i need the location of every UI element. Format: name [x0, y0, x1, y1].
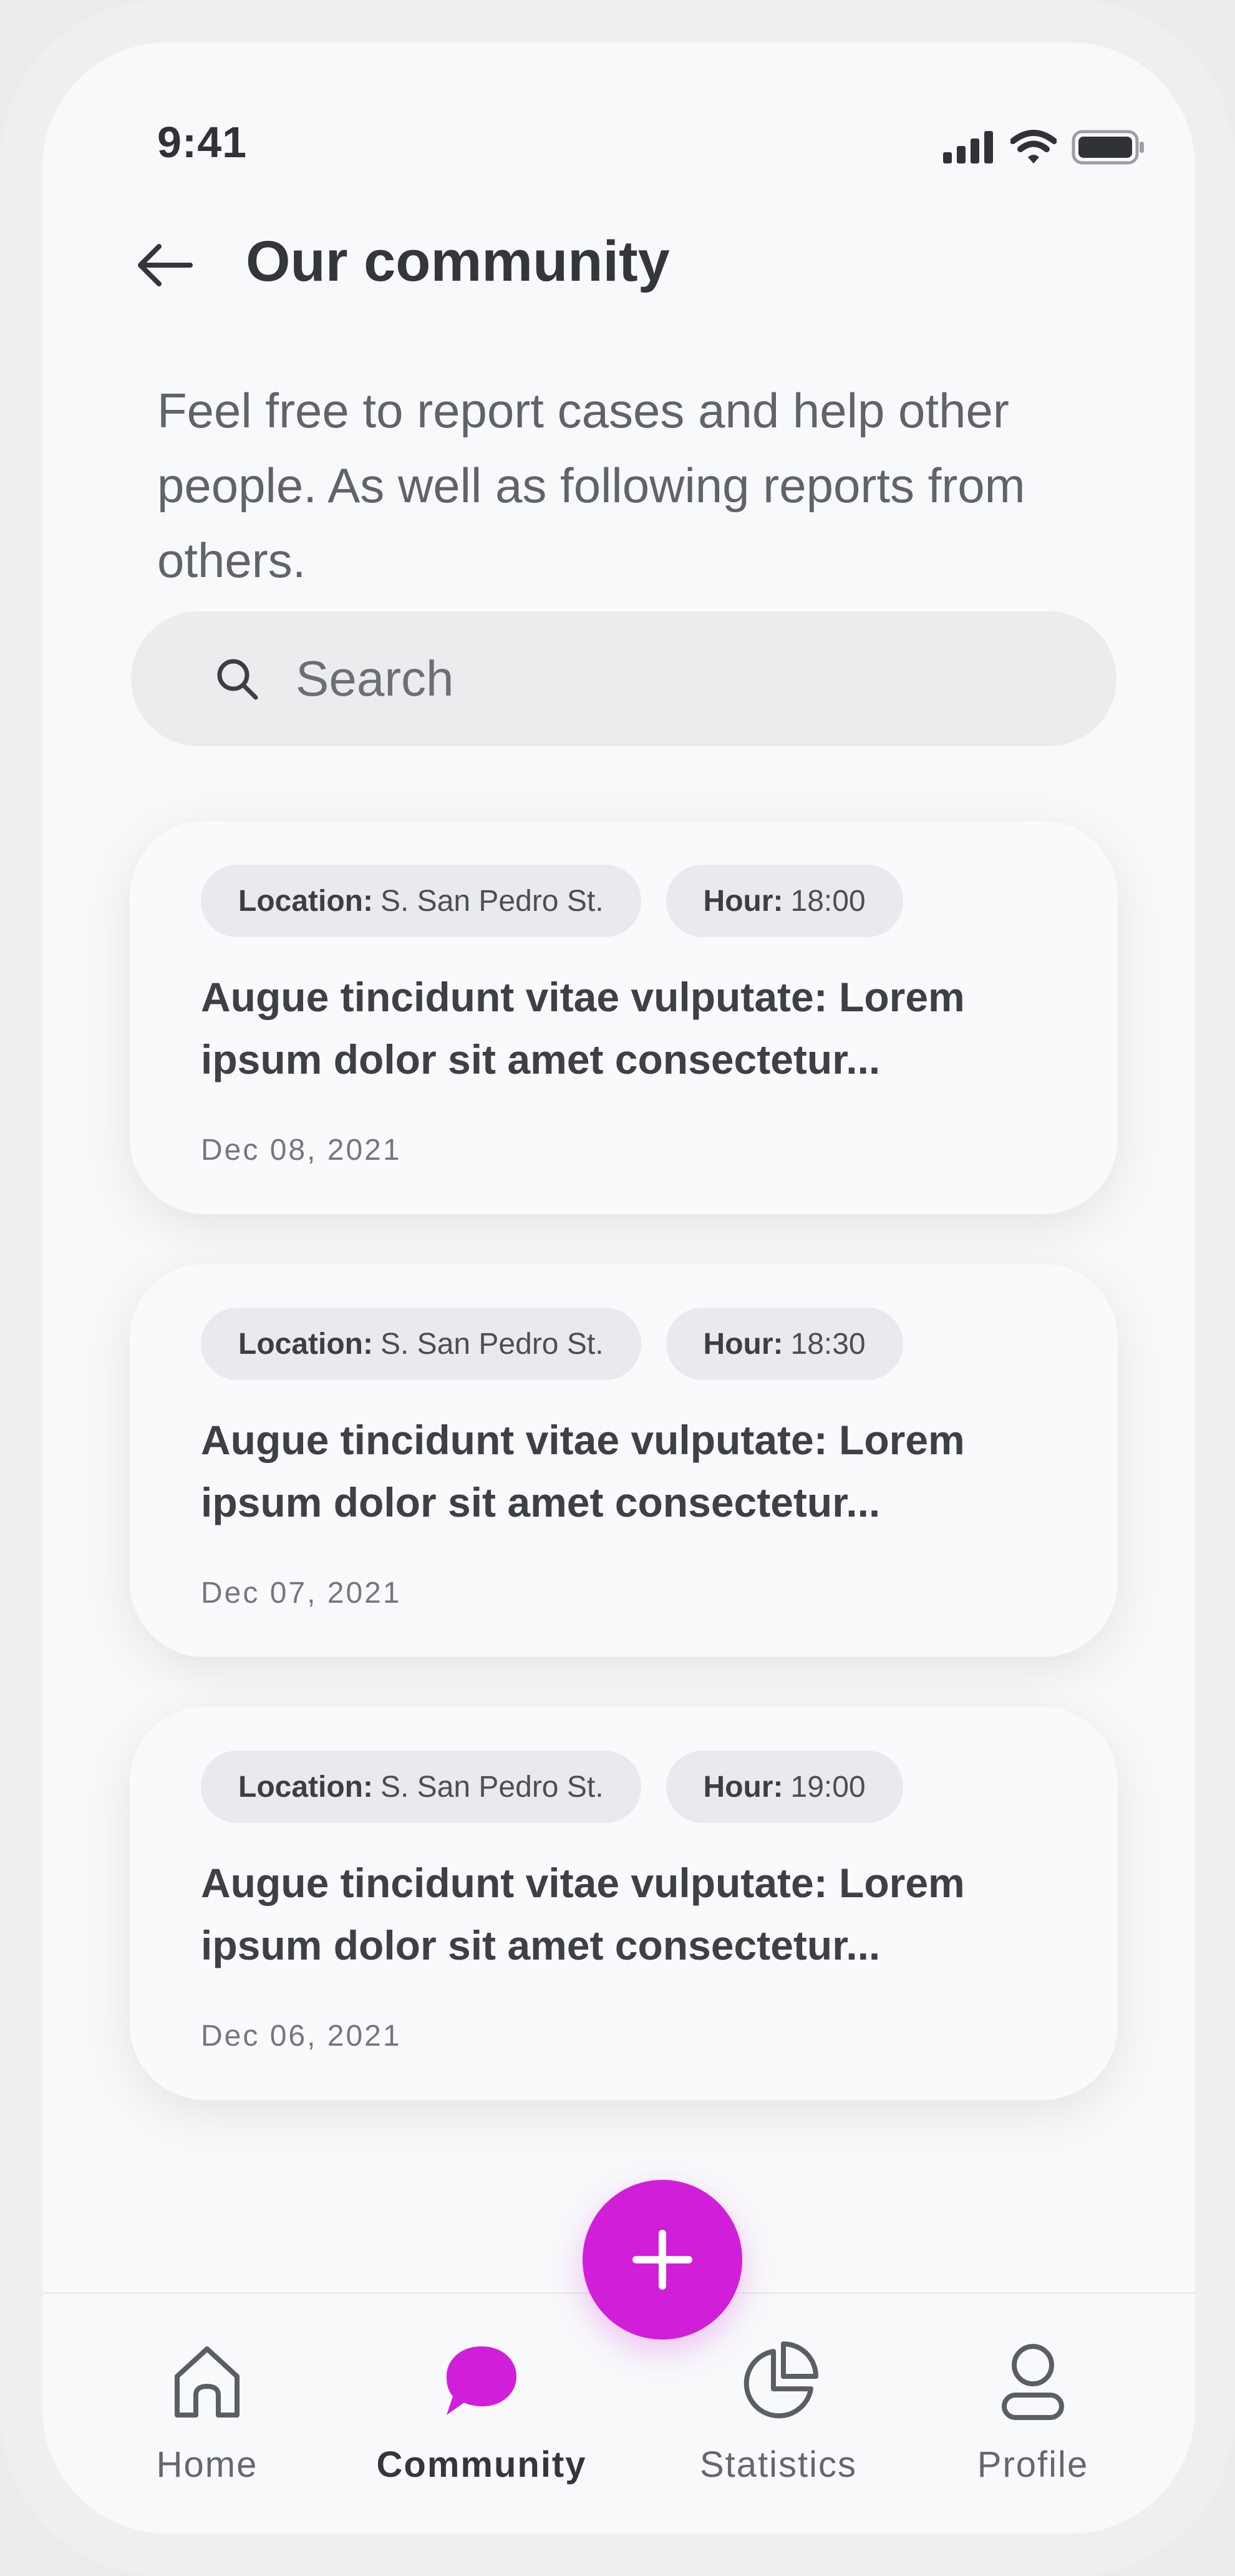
app-screen: 9:41 Our community Feel free to report c… [42, 42, 1195, 2534]
nav-label-community: Community [376, 2444, 587, 2485]
report-card[interactable]: Location: S. San Pedro St. Hour: 18:30 A… [130, 1264, 1118, 1657]
card-title: Augue tincidunt vitae vulputate: Lorem i… [201, 1860, 965, 1968]
search-bar[interactable] [131, 611, 1116, 746]
nav-label-profile: Profile [977, 2444, 1089, 2485]
intro-text: Feel free to report cases and help other… [157, 383, 1025, 588]
hour-chip-label: Hour: [703, 1770, 783, 1804]
card-title: Augue tincidunt vitae vulputate: Lorem i… [201, 1417, 965, 1525]
hour-chip: Hour: 19:00 [666, 1751, 903, 1823]
card-chips: Location: S. San Pedro St. Hour: 18:30 [201, 1308, 903, 1380]
bottom-nav: Home Community Statistics Profile [42, 2292, 1195, 2534]
hour-chip: Hour: 18:00 [666, 865, 903, 937]
location-chip-value: S. San Pedro St. [380, 1770, 604, 1804]
status-time: 9:41 [157, 118, 248, 167]
home-icon [175, 2346, 240, 2418]
hour-chip-value: 19:00 [790, 1770, 866, 1804]
card-title: Augue tincidunt vitae vulputate: Lorem i… [201, 974, 965, 1082]
nav-label-statistics: Statistics [699, 2444, 858, 2485]
report-card[interactable]: Location: S. San Pedro St. Hour: 18:00 A… [130, 821, 1118, 1214]
arrow-left-icon [138, 244, 193, 286]
chat-bubble-icon [447, 2346, 516, 2415]
signal-icon [943, 131, 993, 163]
location-chip-value: S. San Pedro St. [380, 1327, 604, 1361]
search-input[interactable] [294, 649, 1043, 708]
location-chip-label: Location: [238, 1770, 373, 1804]
hour-chip-value: 18:30 [790, 1327, 866, 1361]
location-chip: Location: S. San Pedro St. [201, 1308, 641, 1380]
nav-item-home[interactable]: Home [82, 2338, 332, 2486]
hour-chip-value: 18:00 [790, 884, 866, 918]
card-date: Dec 06, 2021 [201, 2019, 402, 2053]
location-chip-label: Location: [238, 1327, 373, 1361]
wifi-icon [1010, 130, 1057, 163]
battery-icon [1072, 130, 1144, 165]
nav-item-profile[interactable]: Profile [908, 2338, 1158, 2486]
card-chips: Location: S. San Pedro St. Hour: 19:00 [201, 1751, 903, 1823]
hour-chip: Hour: 18:30 [666, 1308, 903, 1380]
search-icon [217, 659, 258, 700]
location-chip: Location: S. San Pedro St. [201, 865, 641, 937]
location-chip-value: S. San Pedro St. [380, 884, 604, 918]
page-title: Our community [246, 230, 670, 293]
report-card[interactable]: Location: S. San Pedro St. Hour: 19:00 A… [130, 1707, 1118, 2100]
card-date: Dec 08, 2021 [201, 1134, 402, 1167]
hour-chip-label: Hour: [703, 884, 783, 918]
plus-icon [632, 2230, 692, 2290]
status-icons [943, 130, 1145, 165]
nav-item-statistics[interactable]: Statistics [654, 2338, 903, 2486]
pie-chart-icon [743, 2341, 818, 2419]
hour-chip-label: Hour: [703, 1327, 783, 1361]
user-icon [1002, 2344, 1064, 2420]
location-chip: Location: S. San Pedro St. [201, 1751, 641, 1823]
back-button[interactable] [130, 231, 198, 299]
location-chip-label: Location: [238, 884, 373, 918]
nav-label-home: Home [156, 2444, 258, 2485]
phone-frame: 9:41 Our community Feel free to report c… [0, 0, 1235, 2576]
card-date: Dec 07, 2021 [201, 1577, 402, 1610]
add-report-button[interactable] [583, 2180, 742, 2340]
card-chips: Location: S. San Pedro St. Hour: 18:00 [201, 865, 903, 937]
nav-item-community[interactable]: Community [357, 2338, 606, 2486]
